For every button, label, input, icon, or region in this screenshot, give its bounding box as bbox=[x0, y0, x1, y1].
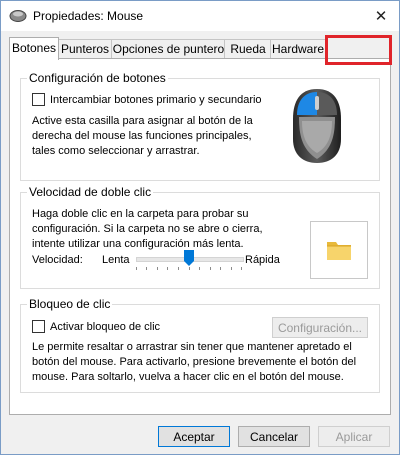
swap-buttons-label: Intercambiar botones primario y secundar… bbox=[50, 93, 262, 106]
slider-tick bbox=[146, 267, 147, 270]
mouse-app-icon bbox=[9, 10, 27, 22]
tab-opciones-de-puntero[interactable]: Opciones de puntero bbox=[111, 39, 226, 59]
slider-tick bbox=[167, 267, 168, 270]
tab-punteros[interactable]: Punteros bbox=[57, 39, 113, 59]
slider-tick bbox=[136, 267, 137, 270]
tab-hardware[interactable]: Hardware bbox=[270, 39, 326, 59]
checkbox-box[interactable] bbox=[32, 320, 45, 333]
highlight-annotation bbox=[325, 35, 392, 65]
title-bar[interactable]: Propiedades: Mouse ✕ bbox=[1, 1, 399, 31]
swap-buttons-checkbox[interactable]: Intercambiar botones primario y secundar… bbox=[32, 93, 262, 106]
slider-tick bbox=[189, 267, 190, 270]
double-click-speed-slider[interactable] bbox=[136, 250, 244, 274]
click-lock-settings-button[interactable]: Configuración... bbox=[272, 317, 368, 338]
tab-botones[interactable]: Botones bbox=[9, 37, 59, 60]
tab-label: Botones bbox=[11, 41, 57, 55]
description-line: mouse. Para soltarlo, vuelva a hacer cli… bbox=[32, 371, 344, 383]
ok-button[interactable]: Aceptar bbox=[158, 426, 230, 447]
slider-tick bbox=[178, 267, 179, 270]
window-title: Propiedades: Mouse bbox=[33, 9, 144, 23]
speed-label: Velocidad: bbox=[32, 254, 83, 266]
group-title: Configuración de botones bbox=[29, 71, 166, 85]
tab-label: Rueda bbox=[230, 42, 266, 56]
slider-thumb[interactable] bbox=[184, 250, 194, 267]
close-button[interactable]: ✕ bbox=[363, 1, 399, 31]
slider-tick bbox=[220, 267, 221, 270]
click-lock-label: Activar bloqueo de clic bbox=[50, 320, 161, 333]
slow-label: Lenta bbox=[102, 254, 130, 266]
click-lock-checkbox[interactable]: Activar bloqueo de clic bbox=[32, 320, 160, 333]
fast-label: Rápida bbox=[245, 254, 280, 266]
button-config-description: Active esta casilla para asignar al botó… bbox=[32, 114, 292, 159]
group-title: Velocidad de doble clic bbox=[29, 185, 152, 199]
mouse-illustration-icon bbox=[293, 89, 341, 163]
apply-button[interactable]: Aplicar bbox=[318, 426, 390, 447]
tab-rueda[interactable]: Rueda bbox=[224, 39, 272, 59]
test-folder-area[interactable] bbox=[310, 221, 368, 279]
folder-icon[interactable] bbox=[325, 236, 353, 264]
cancel-button[interactable]: Cancelar bbox=[238, 426, 310, 447]
description-line: Haga doble clic en la carpeta para proba… bbox=[32, 208, 249, 220]
slider-tick bbox=[157, 267, 158, 270]
slider-tick bbox=[199, 267, 200, 270]
description-line: Le permite resaltar o arrastrar sin tene… bbox=[32, 341, 352, 353]
slider-tick bbox=[210, 267, 211, 270]
slider-tick bbox=[231, 267, 232, 270]
tab-panel: Configuración de botones Intercambiar bo… bbox=[9, 58, 391, 415]
description-line: tales como seleccionar y arrastrar. bbox=[32, 145, 200, 157]
close-icon: ✕ bbox=[374, 8, 388, 25]
tab-label: Hardware bbox=[271, 42, 325, 56]
description-line: configuración. Si la carpeta no se abre … bbox=[32, 223, 263, 235]
description-line: botón del mouse. Para activarlo, presion… bbox=[32, 356, 357, 368]
tab-label: Opciones de puntero bbox=[112, 42, 225, 56]
double-click-description: Haga doble clic en la carpeta para proba… bbox=[32, 207, 302, 252]
description-line: Active esta casilla para asignar al botó… bbox=[32, 115, 253, 127]
tab-label: Punteros bbox=[60, 42, 110, 56]
group-title: Bloqueo de clic bbox=[29, 297, 111, 311]
click-lock-description: Le permite resaltar o arrastrar sin tene… bbox=[32, 340, 372, 385]
checkbox-box[interactable] bbox=[32, 93, 45, 106]
slider-tick bbox=[241, 267, 242, 270]
description-line: derecha del mouse las funciones principa… bbox=[32, 130, 252, 142]
